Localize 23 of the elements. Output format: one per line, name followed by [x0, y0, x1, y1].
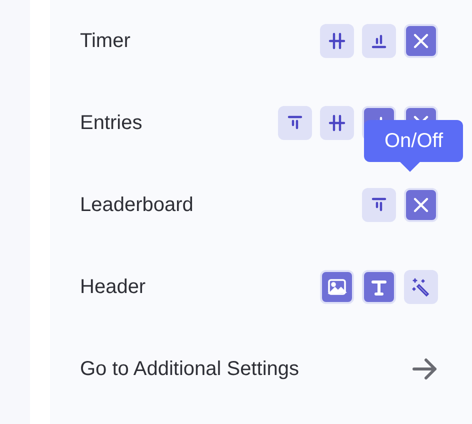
option-button[interactable]	[404, 270, 438, 304]
close-icon	[411, 31, 431, 51]
option-button[interactable]	[320, 106, 354, 140]
setting-label: Header	[80, 276, 146, 298]
setting-label: Leaderboard	[80, 194, 194, 216]
image-icon	[327, 277, 347, 297]
option-button[interactable]	[278, 106, 312, 140]
arrow-right-icon[interactable]	[412, 358, 438, 380]
option-button[interactable]	[404, 24, 438, 58]
option-button[interactable]	[362, 188, 396, 222]
option-button[interactable]	[320, 270, 354, 304]
close-icon	[411, 195, 431, 215]
align-center-icon	[327, 113, 347, 133]
option-button[interactable]	[362, 270, 396, 304]
setting-label: Timer	[80, 30, 130, 52]
align-center-icon	[327, 31, 347, 51]
settings-link[interactable]: Go to Additional Settings	[80, 358, 300, 380]
tooltip: On/Off	[364, 120, 463, 162]
option-button[interactable]	[320, 24, 354, 58]
option-button[interactable]	[362, 24, 396, 58]
option-button[interactable]	[404, 188, 438, 222]
setting-label: Entries	[80, 112, 142, 134]
magic-wand-icon	[411, 277, 431, 297]
